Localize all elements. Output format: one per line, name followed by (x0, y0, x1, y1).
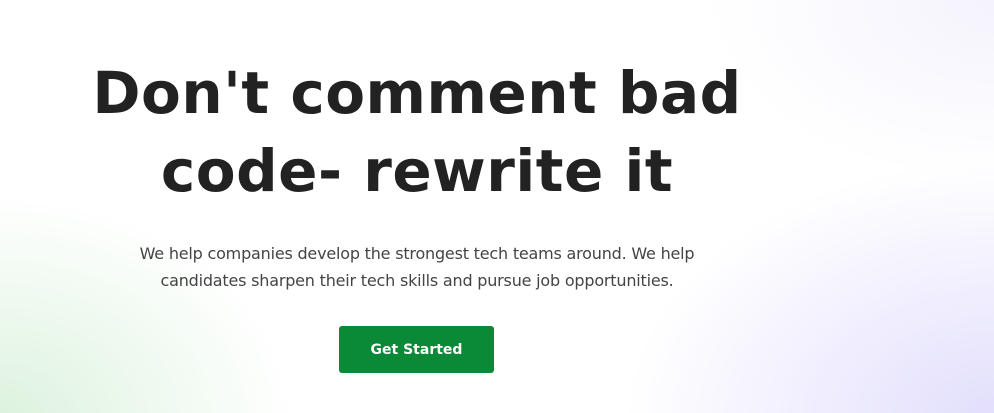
hero-title-line-1: Don't comment bad (92, 59, 742, 127)
hero-subtitle: We help companies develop the strongest … (139, 244, 695, 290)
hero-section: Don't comment bad code- rewrite it We he… (0, 0, 834, 413)
hero-title-line-2: code- rewrite it (160, 137, 674, 205)
get-started-button[interactable]: Get Started (339, 326, 494, 373)
hero-title: Don't comment bad code- rewrite it (0, 54, 834, 210)
